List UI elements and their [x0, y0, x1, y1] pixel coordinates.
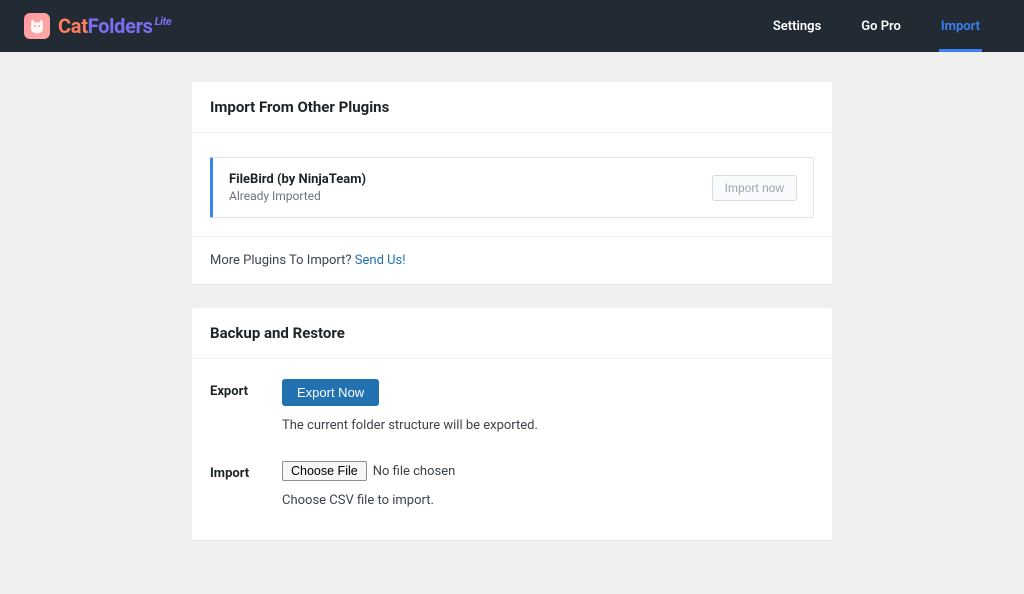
panel-header: Import From Other Plugins: [192, 82, 832, 133]
import-from-plugins-panel: Import From Other Plugins FileBird (by N…: [192, 82, 832, 284]
send-us-link[interactable]: Send Us!: [355, 253, 406, 268]
backup-restore-panel: Backup and Restore Export Export Now The…: [192, 308, 832, 540]
cat-icon: [24, 13, 50, 39]
panel-title: Backup and Restore: [210, 324, 814, 342]
file-chooser: Choose File No file chosen: [282, 461, 455, 481]
import-plugin-row: FileBird (by NinjaTeam) Already Imported…: [210, 157, 814, 218]
export-now-button[interactable]: Export Now: [282, 379, 379, 406]
panel-title: Import From Other Plugins: [210, 98, 814, 116]
tab-gopro[interactable]: Go Pro: [841, 0, 921, 52]
nav-tabs: Settings Go Pro Import: [753, 0, 1000, 52]
plugin-name: FileBird (by NinjaTeam): [229, 172, 366, 187]
import-row: Import Choose File No file chosen Choose…: [210, 461, 814, 508]
tab-import[interactable]: Import: [921, 0, 1000, 52]
export-content: Export Now The current folder structure …: [282, 379, 814, 433]
more-plugins-text: More Plugins To Import?: [210, 253, 355, 268]
topbar: CatFoldersLite Settings Go Pro Import: [0, 0, 1024, 52]
plugin-status: Already Imported: [229, 189, 366, 203]
panel-footer: More Plugins To Import? Send Us!: [192, 236, 832, 284]
import-plugin-info: FileBird (by NinjaTeam) Already Imported: [229, 172, 366, 203]
import-content: Choose File No file chosen Choose CSV fi…: [282, 461, 814, 508]
export-label: Export: [210, 379, 282, 399]
backup-section: Export Export Now The current folder str…: [192, 359, 832, 540]
file-status: No file chosen: [373, 464, 456, 479]
brand-text: CatFoldersLite: [58, 14, 171, 38]
import-description: Choose CSV file to import.: [282, 493, 814, 508]
import-now-button[interactable]: Import now: [712, 175, 797, 201]
tab-settings[interactable]: Settings: [753, 0, 841, 52]
choose-file-button[interactable]: Choose File: [282, 461, 367, 481]
export-row: Export Export Now The current folder str…: [210, 379, 814, 433]
panel-body: FileBird (by NinjaTeam) Already Imported…: [192, 133, 832, 236]
page-content: Import From Other Plugins FileBird (by N…: [192, 82, 832, 594]
export-description: The current folder structure will be exp…: [282, 418, 814, 433]
panel-header: Backup and Restore: [192, 308, 832, 359]
import-label: Import: [210, 461, 282, 481]
brand-logo: CatFoldersLite: [24, 13, 171, 39]
